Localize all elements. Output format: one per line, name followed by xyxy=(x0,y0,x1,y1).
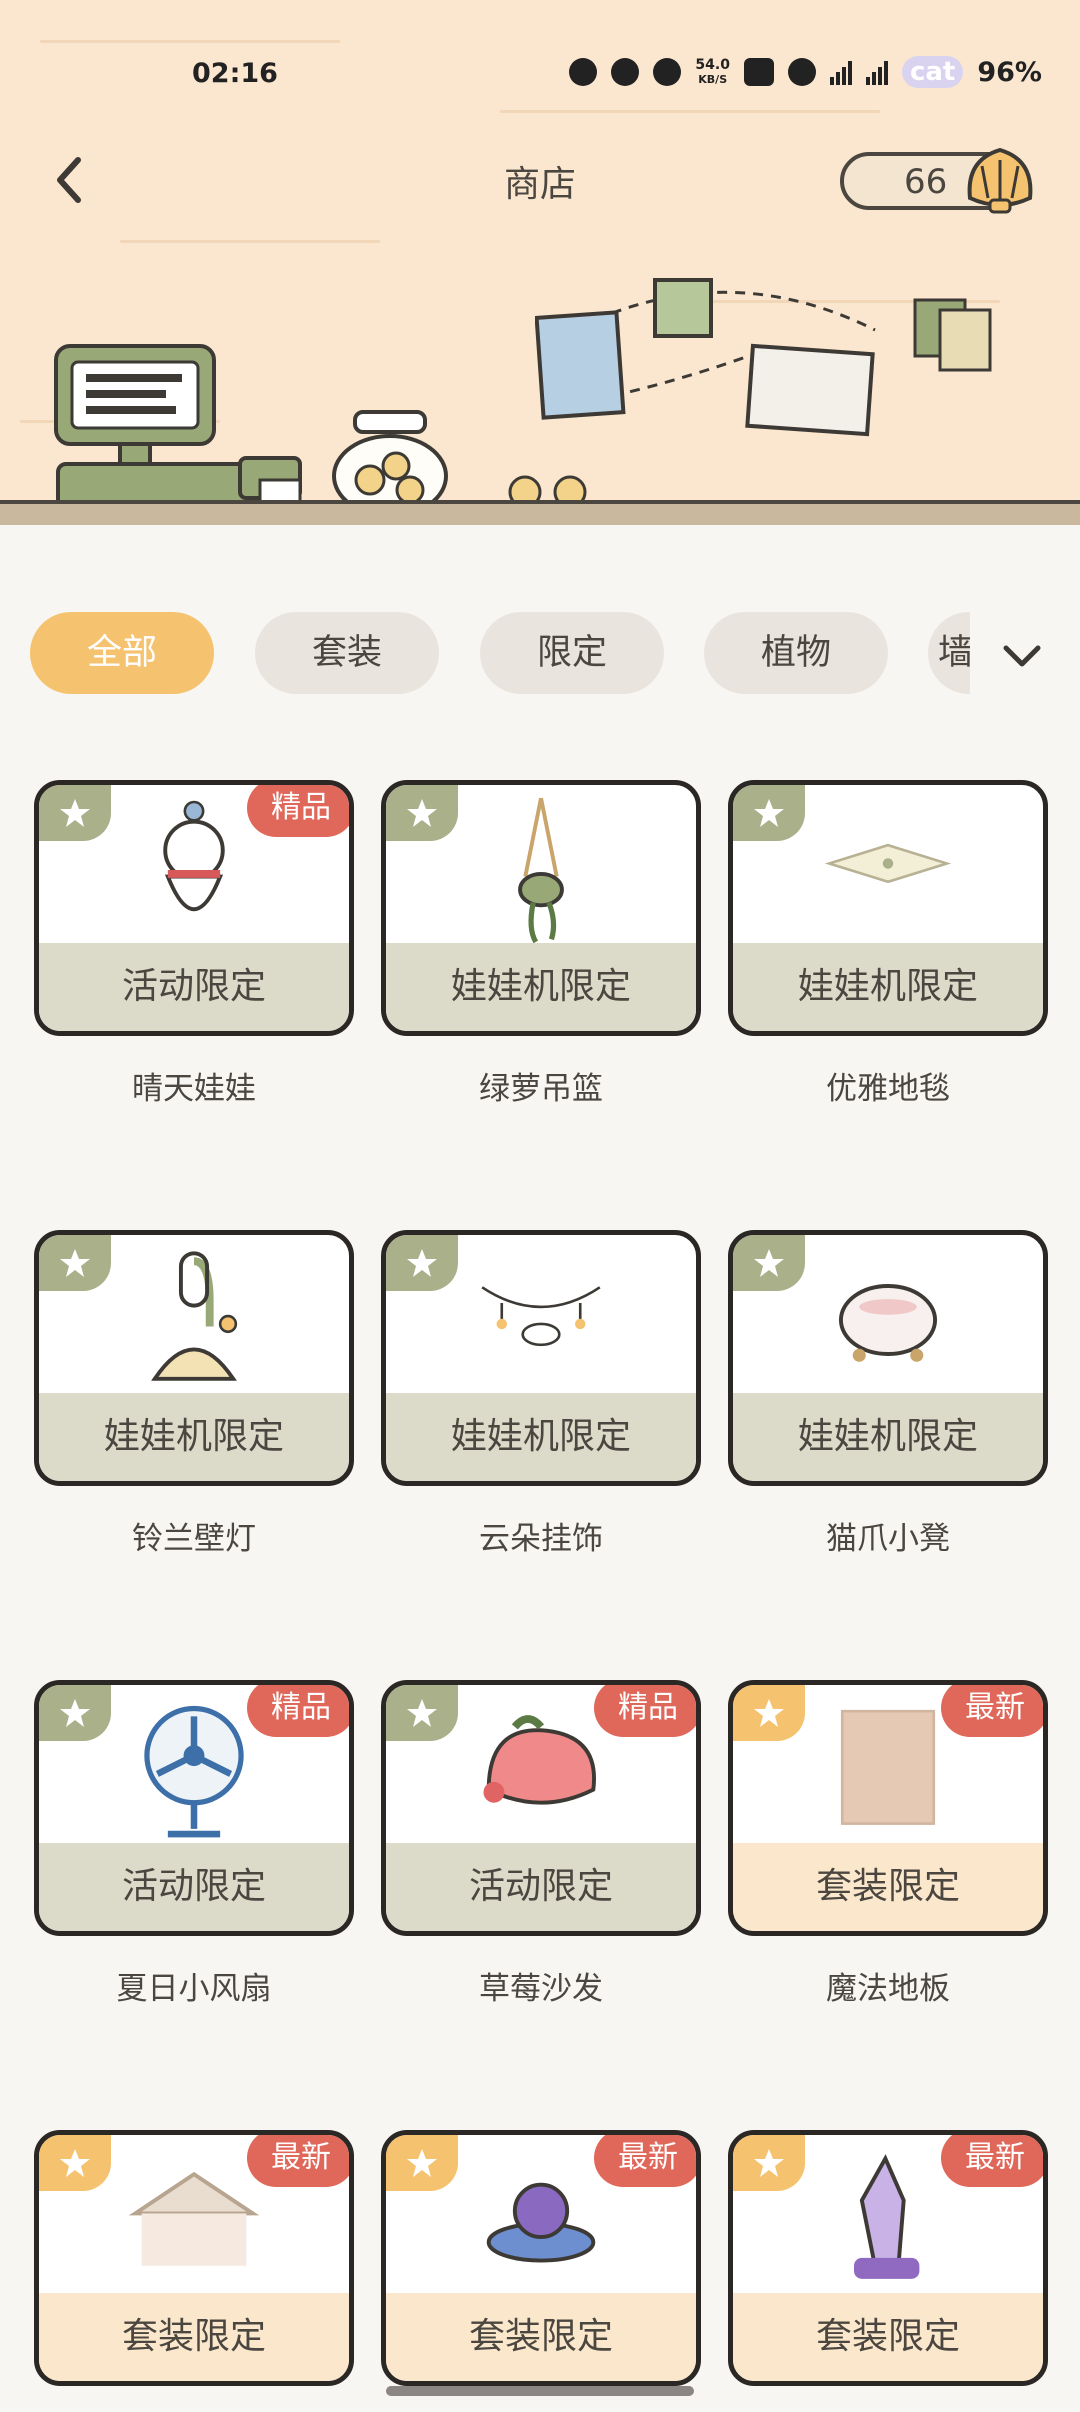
item-badge: 最新 xyxy=(941,2135,1043,2187)
item-card[interactable]: 精品活动限定 xyxy=(34,780,354,1036)
network-speed: 54.0 KB/S xyxy=(695,58,730,87)
item-tag: 娃娃机限定 xyxy=(39,1393,349,1481)
app-notification-icon xyxy=(611,58,640,86)
item-tag: 娃娃机限定 xyxy=(733,1393,1043,1481)
cloud-garland-icon xyxy=(481,1286,601,1347)
shop-banner: 02:16 54.0 KB/S cat 96% 商店 66 xyxy=(0,0,1080,525)
item-card[interactable]: 最新套装限定 xyxy=(34,2130,354,2386)
item-name: 魔法地板 xyxy=(826,1971,950,2007)
coin-count: 66 xyxy=(904,162,948,202)
item-name: 优雅地毯 xyxy=(826,1071,950,1107)
item-tag: 套装限定 xyxy=(386,2293,696,2381)
item-tag: 娃娃机限定 xyxy=(386,1393,696,1481)
bluetooth-icon xyxy=(653,58,682,86)
tab-limited[interactable]: 限定 xyxy=(480,612,664,694)
item-name: 绿萝吊篮 xyxy=(479,1071,603,1107)
battery-level: 96% xyxy=(977,56,1042,88)
item-tag: 套装限定 xyxy=(39,2293,349,2381)
item-badge: 最新 xyxy=(247,2135,349,2187)
item-tag: 活动限定 xyxy=(39,1843,349,1931)
tab-plants[interactable]: 植物 xyxy=(704,612,888,694)
item-badge: 精品 xyxy=(247,785,349,837)
item-card[interactable]: 最新套装限定 xyxy=(381,2130,701,2386)
item-tag: 活动限定 xyxy=(39,943,349,1031)
item-card[interactable]: 最新套装限定 xyxy=(728,1680,1048,1936)
item-card[interactable]: 精品活动限定 xyxy=(381,1680,701,1936)
item-tag: 套装限定 xyxy=(733,1843,1043,1931)
item-tag: 活动限定 xyxy=(386,1843,696,1931)
hotspot-icon xyxy=(787,58,816,86)
wood-grain xyxy=(120,240,380,243)
category-tabs: 全部 套装 限定 植物 墙 xyxy=(30,612,970,694)
item-badge: 最新 xyxy=(594,2135,696,2187)
lily-lamp-icon xyxy=(151,1251,238,1381)
carrier-badge: cat xyxy=(901,56,964,88)
item-name: 晴天娃娃 xyxy=(132,1071,256,1107)
paw-stool-icon xyxy=(838,1284,938,1362)
app-notification-icon xyxy=(569,58,598,86)
speed-value: 54.0 xyxy=(695,56,730,73)
item-name: 草莓沙发 xyxy=(479,1971,603,2007)
item-card[interactable]: 娃娃机限定 xyxy=(381,780,701,1036)
status-time: 02:16 xyxy=(192,58,278,89)
item-tag: 娃娃机限定 xyxy=(386,943,696,1031)
speed-unit: KB/S xyxy=(698,72,728,86)
home-indicator[interactable] xyxy=(386,2386,694,2396)
tab-all[interactable]: 全部 xyxy=(30,612,214,694)
item-name: 云朵挂饰 xyxy=(479,1521,603,1557)
item-tag: 套装限定 xyxy=(733,2293,1043,2381)
item-name: 铃兰壁灯 xyxy=(132,1521,256,1557)
item-badge: 最新 xyxy=(941,1685,1043,1737)
hd-icon xyxy=(743,58,774,86)
item-badge: 精品 xyxy=(594,1685,696,1737)
hanging-plant-icon xyxy=(518,797,564,944)
wood-grain xyxy=(500,110,880,113)
item-name: 猫爪小凳 xyxy=(826,1521,950,1557)
photo-board-icon xyxy=(535,278,992,437)
cash-register-icon xyxy=(54,344,302,525)
shell-currency-icon xyxy=(967,147,1033,214)
wood-grain xyxy=(40,40,340,43)
item-card[interactable]: 精品活动限定 xyxy=(34,1680,354,1936)
tab-sets[interactable]: 套装 xyxy=(255,612,439,694)
item-card[interactable]: 娃娃机限定 xyxy=(381,1230,701,1486)
signal-icon xyxy=(865,59,888,85)
rug-icon xyxy=(824,843,952,884)
signal-icon xyxy=(829,59,852,85)
item-card[interactable]: 娃娃机限定 xyxy=(34,1230,354,1486)
item-name: 夏日小风扇 xyxy=(116,1971,272,2007)
shelf xyxy=(0,500,1080,525)
chevron-down-icon[interactable] xyxy=(1000,640,1044,670)
item-tag: 娃娃机限定 xyxy=(733,943,1043,1031)
item-card[interactable]: 娃娃机限定 xyxy=(728,1230,1048,1486)
status-bar: 02:16 54.0 KB/S cat 96% xyxy=(0,54,1080,94)
tab-wall[interactable]: 墙 xyxy=(928,612,970,694)
item-card[interactable]: 娃娃机限定 xyxy=(728,780,1048,1036)
item-badge: 精品 xyxy=(247,1685,349,1737)
item-card[interactable]: 最新套装限定 xyxy=(728,2130,1048,2386)
